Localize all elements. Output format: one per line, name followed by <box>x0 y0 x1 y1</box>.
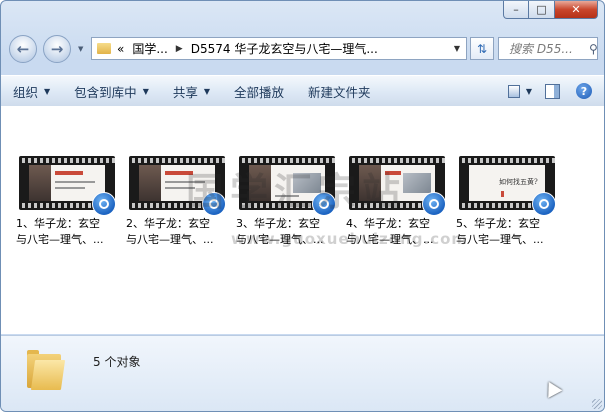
slide-text-line <box>55 181 95 183</box>
minimize-button[interactable]: – <box>503 1 529 19</box>
media-player-icon <box>202 192 226 216</box>
refresh-icon: ⇅ <box>476 41 488 56</box>
view-options-chevron-down-icon[interactable]: ▼ <box>526 87 532 96</box>
file-name: 2、华子龙：玄空 与八宅—理气、... <box>126 216 230 248</box>
film-strip-icon <box>239 158 335 163</box>
close-button[interactable]: ✕ <box>554 1 598 19</box>
forward-button[interactable]: → <box>43 35 71 63</box>
media-player-icon <box>532 192 556 216</box>
speaker-image <box>359 165 381 201</box>
organize-menu-button[interactable]: 组织 ▼ <box>1 76 62 106</box>
file-name-line-2: 与八宅—理气、... <box>236 233 324 246</box>
media-player-icon <box>312 192 336 216</box>
change-view-button[interactable]: ▼ <box>508 80 532 102</box>
mouse-cursor-icon <box>541 378 563 398</box>
speaker-image <box>249 165 271 201</box>
file-name-line-1: 5、华子龙：玄空 <box>456 217 540 230</box>
film-strip-icon <box>349 158 445 163</box>
include-in-library-menu-button[interactable]: 包含到库中 ▼ <box>62 76 161 106</box>
help-icon: ? <box>576 83 592 99</box>
breadcrumb-item[interactable]: 国学... <box>132 40 167 57</box>
file-item-3[interactable]: 3、华子龙：玄空 与八宅—理气、... <box>236 156 340 248</box>
help-button[interactable]: ? <box>572 80 596 102</box>
slide-photo <box>403 173 431 193</box>
file-name: 4、华子龙：玄空 与八宅—理气、... <box>346 216 450 248</box>
speaker-image <box>139 165 161 201</box>
slide-text-line <box>55 187 85 189</box>
slide-text-line <box>501 191 504 197</box>
command-bar: 组织 ▼ 包含到库中 ▼ 共享 ▼ 全部播放 新建文件夹 ▼ ? <box>1 75 604 107</box>
file-name: 5、华子龙：玄空 与八宅—理气、... <box>456 216 560 248</box>
slide-heading-bar <box>55 171 83 175</box>
file-name-line-2: 与八宅—理气、... <box>346 233 434 246</box>
film-strip-icon <box>19 158 115 163</box>
search-box[interactable]: ⚲ <box>498 37 598 60</box>
media-player-icon <box>92 192 116 216</box>
caption-buttons: – □ ✕ <box>503 1 598 19</box>
view-icon <box>508 84 520 98</box>
file-name-line-2: 与八宅—理气、... <box>456 233 544 246</box>
address-bar[interactable]: « 国学... ▶ D5574 华子龙玄空与八宅—理气... ▼ <box>91 37 467 60</box>
file-name-line-1: 2、华子龙：玄空 <box>126 217 210 230</box>
include-in-library-label: 包含到库中 <box>74 84 137 100</box>
preview-pane-icon <box>544 83 560 99</box>
resize-grip[interactable] <box>592 399 602 409</box>
film-strip-icon <box>129 158 225 163</box>
breadcrumb-item[interactable]: D5574 华子龙玄空与八宅—理气... <box>191 40 378 57</box>
dropdown-arrow-icon: ▼ <box>142 86 149 96</box>
slide-photo <box>293 173 321 193</box>
file-name-line-2: 与八宅—理气、... <box>16 233 104 246</box>
file-item-5[interactable]: 如何找五黄? 5、华子龙：玄空 与八宅—理气、... <box>456 156 560 248</box>
file-name: 1、华子龙：玄空 与八宅—理气、... <box>16 216 120 248</box>
search-input[interactable] <box>507 40 587 57</box>
slide-text-line <box>275 195 299 197</box>
back-button[interactable]: ← <box>9 35 37 63</box>
details-pane: 5 个对象 <box>1 335 604 411</box>
address-dropdown-chevron-down-icon[interactable]: ▼ <box>454 44 460 53</box>
navigation-bar: ← → ▼ « 国学... ▶ D5574 华子龙玄空与八宅—理气... ▼ ⇅… <box>9 35 598 65</box>
dropdown-arrow-icon: ▼ <box>203 86 211 96</box>
share-label: 共享 <box>172 84 198 100</box>
dropdown-arrow-icon: ▼ <box>44 86 51 96</box>
file-name-line-1: 4、华子龙：玄空 <box>346 217 430 230</box>
new-folder-label: 新建文件夹 <box>308 84 371 100</box>
speaker-image <box>29 165 51 201</box>
file-name-line-1: 3、华子龙：玄空 <box>236 217 320 230</box>
address-overflow-chevrons[interactable]: « <box>117 42 124 56</box>
organize-label: 组织 <box>13 84 39 100</box>
folder-icon <box>27 350 66 390</box>
item-count: 5 个对象 <box>93 355 141 369</box>
file-item-2[interactable]: 2、华子龙：玄空 与八宅—理气、... <box>126 156 230 248</box>
file-list: 1、华子龙：玄空 与八宅—理气、... 2、华子龙：玄空 与八宅—理气、... <box>1 106 604 334</box>
explorer-window: – □ ✕ ← → ▼ « 国学... ▶ D5574 华子龙玄空与八宅—理气.… <box>0 0 605 412</box>
share-menu-button[interactable]: 共享 ▼ <box>161 76 222 106</box>
slide-heading-bar <box>385 171 401 175</box>
file-name-line-1: 1、华子龙：玄空 <box>16 217 100 230</box>
breadcrumb-separator-icon[interactable]: ▶ <box>176 44 183 54</box>
file-item-1[interactable]: 1、华子龙：玄空 与八宅—理气、... <box>16 156 120 248</box>
maximize-button[interactable]: □ <box>529 1 554 19</box>
magnifier-icon[interactable]: ⚲ <box>589 42 598 56</box>
slide-text: 如何找五黄? <box>499 178 538 186</box>
play-all-label: 全部播放 <box>234 84 285 100</box>
recent-pages-chevron-down-icon[interactable]: ▼ <box>78 45 83 53</box>
folder-icon <box>97 43 111 54</box>
new-folder-button[interactable]: 新建文件夹 <box>296 76 383 106</box>
slide-text-line <box>165 181 205 183</box>
file-name-line-2: 与八宅—理气、... <box>126 233 214 246</box>
play-all-button[interactable]: 全部播放 <box>222 76 296 106</box>
slide-text-line <box>165 187 195 189</box>
file-name: 3、华子龙：玄空 与八宅—理气、... <box>236 216 340 248</box>
film-strip-icon <box>459 158 555 163</box>
preview-pane-button[interactable] <box>540 80 564 102</box>
file-item-4[interactable]: 4、华子龙：玄空 与八宅—理气、... <box>346 156 450 248</box>
refresh-button[interactable]: ⇅ <box>470 37 494 60</box>
media-player-icon <box>422 192 446 216</box>
slide-heading-bar <box>165 171 193 175</box>
toolbar-right-group: ▼ ? <box>500 76 596 106</box>
